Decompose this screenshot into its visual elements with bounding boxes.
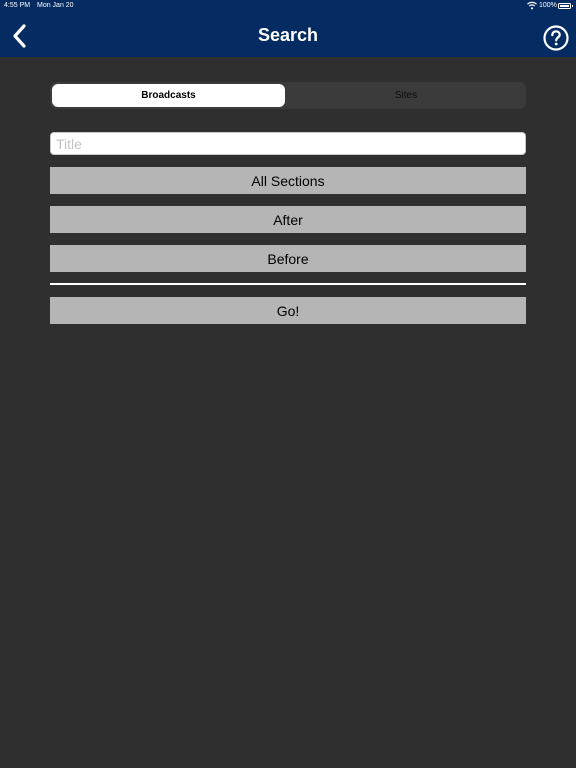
question-circle-icon[interactable] — [543, 25, 569, 51]
battery-full-icon — [558, 3, 573, 9]
after-date-button[interactable]: After — [50, 206, 526, 233]
battery-percent: 100% — [539, 2, 557, 9]
page-title: Search — [257, 25, 319, 45]
status-date: Mon Jan 20 — [37, 2, 74, 9]
status-time: 4:55 PM — [4, 2, 31, 9]
all-sections-button[interactable]: All Sections — [50, 167, 526, 194]
before-date-button[interactable]: Before — [50, 245, 526, 272]
wifi-icon — [527, 1, 537, 10]
search-type-segmented-control: Broadcasts Sites — [50, 82, 526, 109]
segment-sites[interactable]: Sites — [288, 84, 524, 107]
divider — [50, 283, 526, 285]
navigation-bar: Search — [0, 12, 576, 57]
status-bar: 4:55 PM Mon Jan 20 100% — [0, 0, 576, 12]
title-search-input[interactable] — [50, 132, 526, 155]
go-button[interactable]: Go! — [50, 297, 526, 324]
segment-broadcasts[interactable]: Broadcasts — [52, 84, 285, 107]
